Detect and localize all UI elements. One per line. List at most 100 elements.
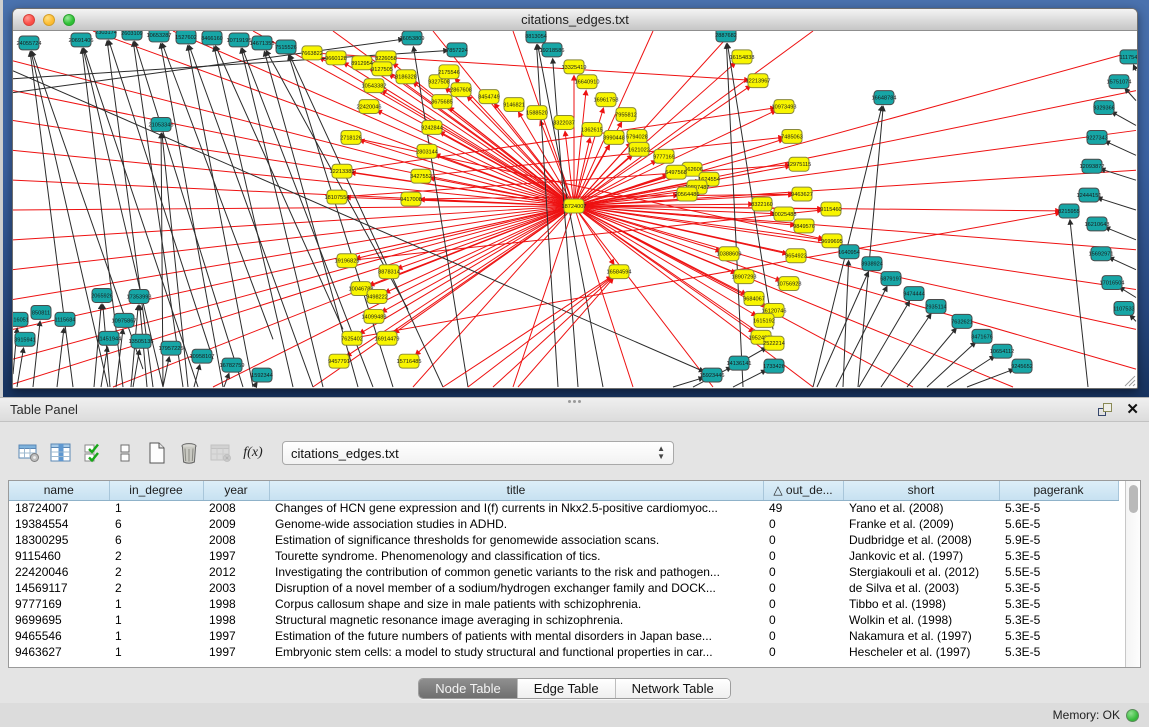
network-node[interactable]: 16210643 bbox=[1085, 217, 1110, 231]
network-node[interactable]: 1640954 bbox=[838, 245, 860, 259]
table-cell[interactable]: 9699695 bbox=[9, 612, 109, 628]
table-cell[interactable]: 5.6E-5 bbox=[999, 516, 1118, 532]
network-node[interactable]: 18107554 bbox=[325, 190, 350, 204]
network-node[interactable]: 10653287 bbox=[147, 31, 172, 42]
table-cell[interactable]: 1998 bbox=[203, 596, 269, 612]
float-window-icon[interactable] bbox=[1098, 403, 1112, 416]
network-node[interactable]: 8322160 bbox=[751, 197, 773, 211]
table-cell[interactable]: 5.3E-5 bbox=[999, 612, 1118, 628]
table-cell[interactable]: 2012 bbox=[203, 564, 269, 580]
table-source-select[interactable]: citations_edges.txt ▲▼ bbox=[282, 441, 674, 465]
table-cell[interactable]: 9465546 bbox=[9, 628, 109, 644]
table-cell[interactable]: 2008 bbox=[203, 532, 269, 548]
network-node[interactable]: 9245652 bbox=[1011, 359, 1033, 373]
tab-node-table[interactable]: Node Table bbox=[419, 679, 518, 698]
network-node[interactable]: 19218586 bbox=[540, 43, 565, 57]
table-cell[interactable]: 1997 bbox=[203, 628, 269, 644]
network-node[interactable]: 12444151 bbox=[1077, 188, 1102, 202]
column-header-short[interactable]: short bbox=[843, 481, 999, 500]
table-cell[interactable]: 1 bbox=[109, 612, 203, 628]
network-node[interactable]: 17957225 bbox=[159, 341, 184, 355]
table-cell[interactable]: 5.3E-5 bbox=[999, 548, 1118, 564]
network-node[interactable]: 16154838 bbox=[730, 50, 755, 64]
network-node[interactable]: 1592344 bbox=[251, 368, 273, 382]
column-header-pagerank[interactable]: pagerank bbox=[999, 481, 1118, 500]
table-cell[interactable]: 49 bbox=[763, 500, 843, 516]
network-node[interactable]: 10756928 bbox=[777, 277, 802, 291]
network-node[interactable]: 9457791 bbox=[328, 354, 350, 368]
close-icon[interactable]: ✕ bbox=[1126, 402, 1139, 417]
network-node[interactable]: 16961758 bbox=[594, 93, 619, 107]
network-node[interactable]: 6497568 bbox=[665, 165, 687, 179]
tab-edge-table[interactable]: Edge Table bbox=[518, 679, 616, 698]
network-node[interactable]: 2316051 bbox=[13, 312, 29, 326]
network-node[interactable]: 8471676 bbox=[971, 329, 993, 343]
network-node[interactable]: 10654112 bbox=[990, 344, 1014, 358]
network-node[interactable]: 10973493 bbox=[772, 100, 797, 114]
network-node[interactable]: 16914479 bbox=[375, 331, 400, 345]
network-node[interactable]: 9146821 bbox=[503, 98, 525, 112]
select-all-icon[interactable] bbox=[80, 440, 106, 466]
network-node[interactable]: 850811 bbox=[31, 305, 51, 319]
unselect-all-icon[interactable] bbox=[112, 440, 138, 466]
network-node[interactable]: 1733426 bbox=[763, 359, 785, 373]
network-node[interactable]: 16584594 bbox=[607, 265, 632, 279]
memory-ok-icon[interactable] bbox=[1126, 709, 1139, 722]
table-cell[interactable]: Tourette syndrome. Phenomenology and cla… bbox=[269, 548, 763, 564]
column-header-in_degree[interactable]: in_degree bbox=[109, 481, 203, 500]
table-cell[interactable]: Nakamura et al. (1997) bbox=[843, 628, 999, 644]
network-node[interactable]: 8878314 bbox=[378, 265, 400, 279]
network-node[interactable]: 12975115 bbox=[787, 157, 811, 171]
table-row[interactable]: 946362711997Embryonic stem cells: a mode… bbox=[9, 644, 1118, 660]
network-node[interactable]: 8454749 bbox=[478, 90, 500, 104]
table-cell[interactable]: 2003 bbox=[203, 580, 269, 596]
table-cell[interactable]: 22420046 bbox=[9, 564, 109, 580]
network-node[interactable]: 9463627 bbox=[791, 187, 813, 201]
network-node[interactable]: 17353993 bbox=[127, 290, 152, 304]
network-node[interactable]: 2867608 bbox=[450, 83, 472, 97]
network-node[interactable]: 8813054 bbox=[525, 31, 547, 43]
network-node[interactable]: 9242844 bbox=[421, 120, 443, 134]
network-node[interactable]: 1621022 bbox=[628, 142, 650, 156]
network-node[interactable]: 11451944 bbox=[97, 331, 121, 345]
table-cell[interactable]: 0 bbox=[763, 548, 843, 564]
network-node[interactable]: 1615192 bbox=[753, 313, 775, 327]
network-node[interactable]: 7515526 bbox=[275, 40, 297, 54]
network-node[interactable]: 7632621 bbox=[951, 314, 973, 328]
network-node[interactable]: 8322037 bbox=[553, 116, 575, 130]
network-node[interactable]: 6879197 bbox=[880, 272, 902, 286]
delete-icon[interactable] bbox=[176, 440, 202, 466]
table-cell[interactable]: 14569117 bbox=[9, 580, 109, 596]
network-node[interactable]: 9417008 bbox=[400, 192, 422, 206]
canvas-resize-grip-icon[interactable] bbox=[1125, 376, 1135, 386]
table-cell[interactable]: Tibbo et al. (1998) bbox=[843, 596, 999, 612]
network-node[interactable]: 20691406 bbox=[69, 33, 94, 47]
new-document-icon[interactable] bbox=[144, 440, 170, 466]
table-cell[interactable]: 19384554 bbox=[9, 516, 109, 532]
table-cell[interactable]: Jankovic et al. (1997) bbox=[843, 548, 999, 564]
network-node[interactable]: 9660128 bbox=[325, 51, 347, 65]
network-node[interactable]: 10388609 bbox=[717, 247, 742, 261]
attribute-table[interactable]: namein_degreeyeartitle△ out_de...shortpa… bbox=[9, 481, 1125, 667]
table-vertical-scrollbar[interactable] bbox=[1125, 481, 1140, 667]
table-cell[interactable]: 0 bbox=[763, 564, 843, 580]
network-node[interactable]: 16053809 bbox=[400, 31, 425, 45]
tab-network-table[interactable]: Network Table bbox=[616, 679, 730, 698]
network-node[interactable]: 18907293 bbox=[732, 270, 757, 284]
table-cell[interactable]: 0 bbox=[763, 612, 843, 628]
network-node[interactable]: 9849576 bbox=[793, 219, 815, 233]
network-node[interactable]: 15692971 bbox=[1089, 247, 1114, 261]
table-cell[interactable]: Genome-wide association studies in ADHD. bbox=[269, 516, 763, 532]
select-columns-icon[interactable] bbox=[48, 440, 74, 466]
table-cell[interactable]: 6 bbox=[109, 516, 203, 532]
network-node[interactable]: 12093872 bbox=[1080, 159, 1105, 173]
network-node[interactable]: 13325419 bbox=[562, 60, 587, 74]
network-node[interactable]: 2303174 bbox=[95, 31, 117, 39]
network-node[interactable]: 10975867 bbox=[112, 313, 137, 327]
network-node[interactable]: 3427552 bbox=[410, 169, 432, 183]
network-node[interactable]: 2603109 bbox=[121, 31, 143, 40]
network-node[interactable]: 1115684 bbox=[55, 312, 76, 326]
network-node[interactable]: 10543382 bbox=[362, 79, 387, 93]
table-cell[interactable]: 1997 bbox=[203, 644, 269, 660]
table-cell[interactable]: 9777169 bbox=[9, 596, 109, 612]
